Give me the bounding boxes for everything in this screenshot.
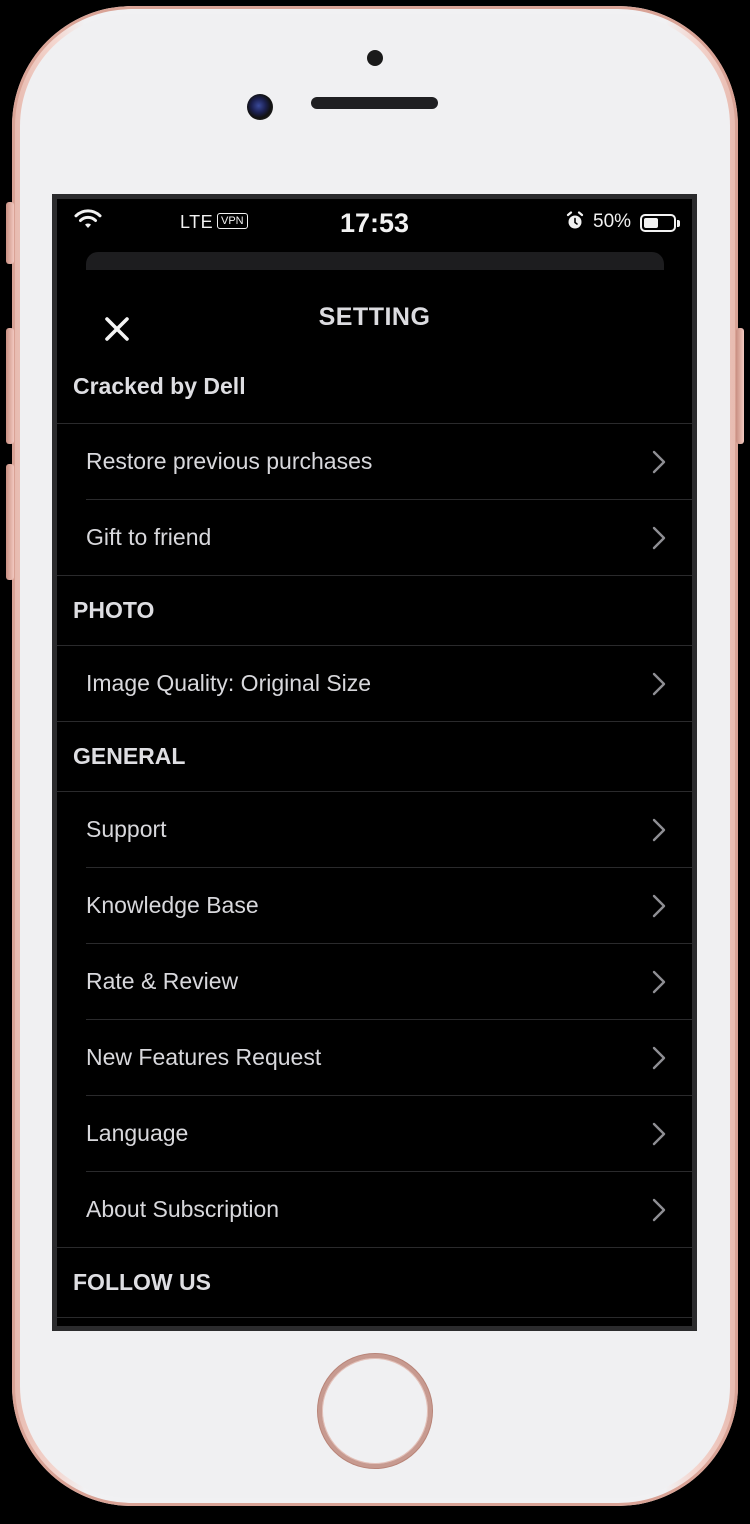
- battery-fill: [644, 218, 658, 228]
- settings-list: Cracked by Dell Restore previous purchas…: [57, 349, 692, 1318]
- list-item-label: Rate & Review: [86, 968, 239, 994]
- mute-switch: [6, 202, 14, 264]
- earpiece-speaker: [311, 97, 438, 109]
- list-item-restore-purchases[interactable]: Restore previous purchases: [86, 424, 692, 500]
- front-camera: [247, 94, 273, 120]
- volume-down-button: [6, 464, 14, 580]
- home-button[interactable]: [318, 1354, 432, 1468]
- power-button: [736, 328, 744, 444]
- screen: LTE VPN 17:53 50% SETTING Cracked by Del…: [52, 194, 697, 1331]
- list-item-language[interactable]: Language: [86, 1096, 692, 1172]
- chevron-right-icon: [652, 1198, 666, 1222]
- chevron-right-icon: [652, 1122, 666, 1146]
- list-item-label: New Features Request: [86, 1044, 322, 1070]
- sheet-edge: [86, 252, 664, 270]
- chevron-right-icon: [652, 894, 666, 918]
- status-bar: LTE VPN 17:53 50%: [57, 199, 692, 245]
- list-item-gift-to-friend[interactable]: Gift to friend: [57, 500, 692, 576]
- section-header-photo: PHOTO: [57, 576, 692, 646]
- list-item-about-subscription[interactable]: About Subscription: [57, 1172, 692, 1248]
- chevron-right-icon: [652, 672, 666, 696]
- list-item-new-features-request[interactable]: New Features Request: [86, 1020, 692, 1096]
- section-header-general: GENERAL: [57, 722, 692, 792]
- list-item-image-quality[interactable]: Image Quality: Original Size: [57, 646, 692, 722]
- list-item-label: Support: [86, 816, 167, 842]
- list-item-label: Knowledge Base: [86, 892, 259, 918]
- chevron-right-icon: [652, 818, 666, 842]
- section-header-follow-us: FOLLOW US: [57, 1248, 692, 1318]
- list-item-knowledge-base[interactable]: Knowledge Base: [86, 868, 692, 944]
- battery-percentage: 50%: [593, 211, 632, 232]
- section-header-account: Cracked by Dell: [57, 349, 692, 424]
- list-item-label: Restore previous purchases: [86, 448, 373, 474]
- list-item-rate-review[interactable]: Rate & Review: [86, 944, 692, 1020]
- volume-up-button: [6, 328, 14, 444]
- chevron-right-icon: [652, 1046, 666, 1070]
- alarm-icon: [565, 211, 585, 236]
- list-item-label: Gift to friend: [86, 524, 212, 550]
- battery-icon: [640, 214, 680, 232]
- chevron-right-icon: [652, 526, 666, 550]
- list-item-label: Language: [86, 1120, 189, 1146]
- proximity-sensor: [367, 50, 383, 66]
- list-item-label: About Subscription: [86, 1196, 280, 1222]
- page-title: SETTING: [318, 303, 431, 331]
- list-item-label: Image Quality: Original Size: [86, 670, 372, 696]
- list-item-support[interactable]: Support: [86, 792, 692, 868]
- chevron-right-icon: [652, 450, 666, 474]
- chevron-right-icon: [652, 970, 666, 994]
